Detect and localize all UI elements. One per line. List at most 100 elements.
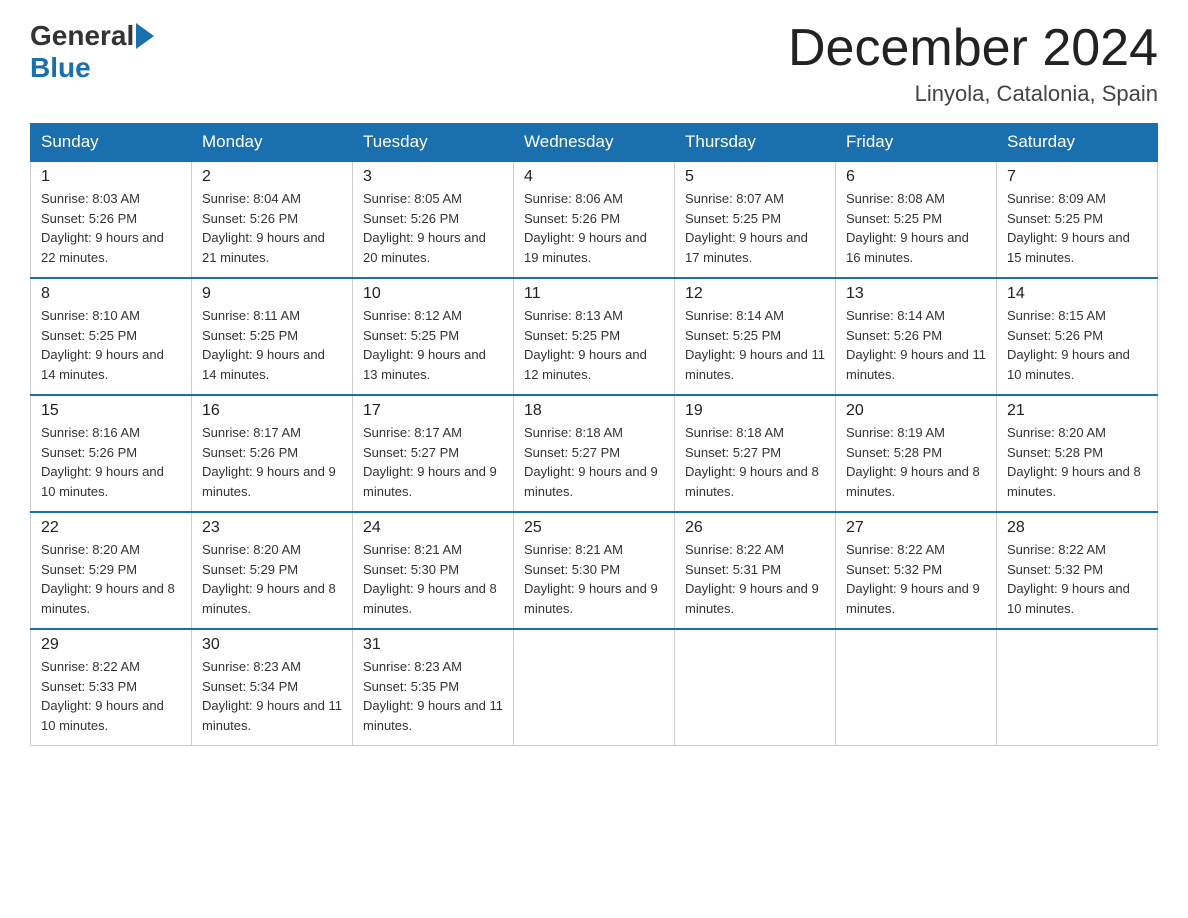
calendar-cell: 20Sunrise: 8:19 AMSunset: 5:28 PMDayligh… [836,395,997,512]
day-info: Sunrise: 8:07 AMSunset: 5:25 PMDaylight:… [685,189,825,267]
day-number: 11 [524,285,664,303]
day-info: Sunrise: 8:23 AMSunset: 5:34 PMDaylight:… [202,657,342,735]
calendar-cell: 5 Sunrise: 8:07 AMSunset: 5:25 PMDaylight… [675,161,836,278]
weekday-header-monday: Monday [192,124,353,162]
calendar-cell: 2 Sunrise: 8:04 AMSunset: 5:26 PMDaylight… [192,161,353,278]
month-title: December 2024 [788,20,1158,77]
day-number: 14 [1007,285,1147,303]
day-info: Sunrise: 8:16 AMSunset: 5:26 PMDaylight:… [41,423,181,501]
weekday-header-wednesday: Wednesday [514,124,675,162]
day-number: 27 [846,519,986,537]
calendar-cell: 23 Sunrise: 8:20 AMSunset: 5:29 PMDayligh… [192,512,353,629]
calendar-cell: 15 Sunrise: 8:16 AMSunset: 5:26 PMDayligh… [31,395,192,512]
day-info: Sunrise: 8:09 AMSunset: 5:25 PMDaylight:… [1007,189,1147,267]
day-number: 31 [363,636,503,654]
day-number: 3 [363,168,503,186]
day-number: 15 [41,402,181,420]
calendar-cell: 22 Sunrise: 8:20 AMSunset: 5:29 PMDayligh… [31,512,192,629]
day-number: 23 [202,519,342,537]
page-header: General Blue December 2024 Linyola, Cata… [30,20,1158,107]
day-number: 9 [202,285,342,303]
day-info: Sunrise: 8:20 AMSunset: 5:29 PMDaylight:… [41,540,181,618]
calendar-week-row: 29Sunrise: 8:22 AMSunset: 5:33 PMDayligh… [31,629,1158,746]
weekday-header-thursday: Thursday [675,124,836,162]
day-info: Sunrise: 8:21 AMSunset: 5:30 PMDaylight:… [524,540,664,618]
calendar-cell: 7 Sunrise: 8:09 AMSunset: 5:25 PMDaylight… [997,161,1158,278]
day-info: Sunrise: 8:03 AMSunset: 5:26 PMDaylight:… [41,189,181,267]
day-info: Sunrise: 8:20 AMSunset: 5:28 PMDaylight:… [1007,423,1147,501]
day-number: 7 [1007,168,1147,186]
day-number: 21 [1007,402,1147,420]
calendar-cell: 3 Sunrise: 8:05 AMSunset: 5:26 PMDaylight… [353,161,514,278]
calendar-cell: 17 Sunrise: 8:17 AMSunset: 5:27 PMDayligh… [353,395,514,512]
calendar-cell: 16 Sunrise: 8:17 AMSunset: 5:26 PMDayligh… [192,395,353,512]
weekday-header-tuesday: Tuesday [353,124,514,162]
day-number: 2 [202,168,342,186]
day-info: Sunrise: 8:17 AMSunset: 5:26 PMDaylight:… [202,423,342,501]
day-number: 16 [202,402,342,420]
day-info: Sunrise: 8:19 AMSunset: 5:28 PMDaylight:… [846,423,986,501]
calendar-cell: 30Sunrise: 8:23 AMSunset: 5:34 PMDayligh… [192,629,353,746]
day-number: 22 [41,519,181,537]
weekday-header-friday: Friday [836,124,997,162]
calendar-table: SundayMondayTuesdayWednesdayThursdayFrid… [30,123,1158,746]
day-info: Sunrise: 8:17 AMSunset: 5:27 PMDaylight:… [363,423,503,501]
calendar-cell [675,629,836,746]
calendar-week-row: 22 Sunrise: 8:20 AMSunset: 5:29 PMDayligh… [31,512,1158,629]
day-info: Sunrise: 8:22 AMSunset: 5:31 PMDaylight:… [685,540,825,618]
day-info: Sunrise: 8:21 AMSunset: 5:30 PMDaylight:… [363,540,503,618]
calendar-cell [514,629,675,746]
calendar-header-row: SundayMondayTuesdayWednesdayThursdayFrid… [31,124,1158,162]
day-info: Sunrise: 8:08 AMSunset: 5:25 PMDaylight:… [846,189,986,267]
day-info: Sunrise: 8:22 AMSunset: 5:32 PMDaylight:… [846,540,986,618]
day-number: 25 [524,519,664,537]
day-info: Sunrise: 8:18 AMSunset: 5:27 PMDaylight:… [524,423,664,501]
calendar-cell: 24Sunrise: 8:21 AMSunset: 5:30 PMDayligh… [353,512,514,629]
weekday-header-saturday: Saturday [997,124,1158,162]
day-info: Sunrise: 8:23 AMSunset: 5:35 PMDaylight:… [363,657,503,735]
calendar-week-row: 8Sunrise: 8:10 AMSunset: 5:25 PMDaylight… [31,278,1158,395]
calendar-cell: 12 Sunrise: 8:14 AMSunset: 5:25 PMDayligh… [675,278,836,395]
day-number: 13 [846,285,986,303]
calendar-cell: 28 Sunrise: 8:22 AMSunset: 5:32 PMDayligh… [997,512,1158,629]
day-number: 28 [1007,519,1147,537]
calendar-cell [997,629,1158,746]
calendar-cell: 27 Sunrise: 8:22 AMSunset: 5:32 PMDayligh… [836,512,997,629]
calendar-cell: 18 Sunrise: 8:18 AMSunset: 5:27 PMDayligh… [514,395,675,512]
day-number: 6 [846,168,986,186]
calendar-cell: 26 Sunrise: 8:22 AMSunset: 5:31 PMDayligh… [675,512,836,629]
calendar-cell: 8Sunrise: 8:10 AMSunset: 5:25 PMDaylight… [31,278,192,395]
calendar-week-row: 15 Sunrise: 8:16 AMSunset: 5:26 PMDayligh… [31,395,1158,512]
logo-arrow-icon [136,23,154,49]
calendar-cell: 10Sunrise: 8:12 AMSunset: 5:25 PMDayligh… [353,278,514,395]
calendar-cell: 14Sunrise: 8:15 AMSunset: 5:26 PMDayligh… [997,278,1158,395]
day-info: Sunrise: 8:20 AMSunset: 5:29 PMDaylight:… [202,540,342,618]
calendar-cell [836,629,997,746]
calendar-cell: 31 Sunrise: 8:23 AMSunset: 5:35 PMDayligh… [353,629,514,746]
day-number: 12 [685,285,825,303]
day-number: 19 [685,402,825,420]
calendar-cell: 4 Sunrise: 8:06 AMSunset: 5:26 PMDaylight… [514,161,675,278]
day-number: 18 [524,402,664,420]
day-number: 26 [685,519,825,537]
calendar-cell: 29Sunrise: 8:22 AMSunset: 5:33 PMDayligh… [31,629,192,746]
day-number: 5 [685,168,825,186]
weekday-header-sunday: Sunday [31,124,192,162]
day-number: 17 [363,402,503,420]
location-title: Linyola, Catalonia, Spain [788,81,1158,107]
calendar-cell: 11 Sunrise: 8:13 AMSunset: 5:25 PMDayligh… [514,278,675,395]
day-info: Sunrise: 8:14 AMSunset: 5:25 PMDaylight:… [685,306,825,384]
day-info: Sunrise: 8:22 AMSunset: 5:33 PMDaylight:… [41,657,181,735]
day-info: Sunrise: 8:06 AMSunset: 5:26 PMDaylight:… [524,189,664,267]
calendar-cell: 21 Sunrise: 8:20 AMSunset: 5:28 PMDayligh… [997,395,1158,512]
day-number: 8 [41,285,181,303]
day-info: Sunrise: 8:22 AMSunset: 5:32 PMDaylight:… [1007,540,1147,618]
day-info: Sunrise: 8:05 AMSunset: 5:26 PMDaylight:… [363,189,503,267]
calendar-cell: 19Sunrise: 8:18 AMSunset: 5:27 PMDayligh… [675,395,836,512]
logo-general-text: General [30,20,134,52]
day-info: Sunrise: 8:13 AMSunset: 5:25 PMDaylight:… [524,306,664,384]
calendar-cell: 25 Sunrise: 8:21 AMSunset: 5:30 PMDayligh… [514,512,675,629]
day-info: Sunrise: 8:04 AMSunset: 5:26 PMDaylight:… [202,189,342,267]
day-info: Sunrise: 8:12 AMSunset: 5:25 PMDaylight:… [363,306,503,384]
day-number: 4 [524,168,664,186]
